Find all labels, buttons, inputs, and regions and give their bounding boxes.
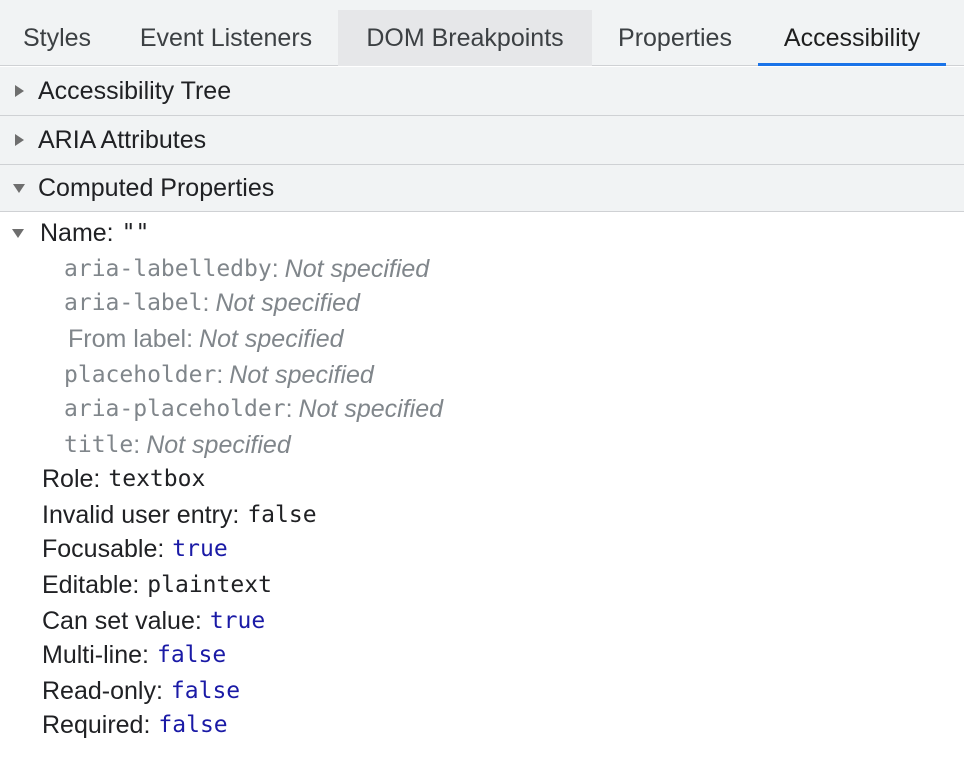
collapse-triangle-icon[interactable] [12, 226, 26, 240]
property-value: "" [121, 220, 150, 246]
source-separator: : [133, 430, 141, 459]
source-label: aria-placeholder [64, 396, 286, 422]
tab-dom-breakpoints[interactable]: DOM Breakpoints [338, 10, 592, 66]
name-source-row: aria-labelledby: Not specified [64, 252, 429, 286]
section-title: Accessibility Tree [38, 76, 232, 105]
property-label: Invalid user entry: [42, 500, 240, 529]
property-value: false [247, 502, 317, 528]
property-value: plaintext [147, 572, 272, 598]
name-source-row: aria-label: Not specified [64, 286, 360, 320]
computed-properties-section-header[interactable]: Computed Properties [0, 165, 964, 212]
name-property-row[interactable]: Name: "" [12, 216, 149, 250]
source-label: aria-label [64, 290, 203, 316]
source-value: Not specified [284, 254, 430, 283]
source-value: Not specified [229, 360, 374, 389]
devtools-sidebar-tabbar: Styles Event Listeners DOM Breakpoints P… [0, 0, 964, 66]
name-source-row: title: Not specified [64, 428, 291, 462]
collapse-triangle-icon [13, 181, 27, 195]
property-value: textbox [108, 466, 206, 492]
property-label: Can set value: [42, 606, 202, 635]
source-value: Not specified [215, 288, 360, 317]
property-row-required: Required: false [42, 708, 228, 742]
source-value: Not specified [199, 324, 344, 353]
property-label: Required: [42, 710, 151, 739]
property-label: Read-only: [42, 676, 163, 705]
property-value: true [172, 536, 228, 562]
source-label: From label [68, 324, 187, 353]
property-row-editable: Editable: plaintext [42, 568, 272, 602]
aria-attributes-section-header[interactable]: ARIA Attributes [0, 116, 964, 165]
source-label: placeholder [64, 362, 217, 388]
name-source-row: placeholder: Not specified [64, 358, 374, 392]
section-title: Computed Properties [38, 173, 275, 202]
name-source-row: From label: Not specified [68, 322, 344, 356]
property-row-read-only: Read-only: false [42, 674, 240, 708]
source-separator: : [285, 394, 293, 423]
computed-properties-list: Name: "" aria-labelledby: Not specified a… [0, 212, 964, 778]
accessibility-tree-section-header[interactable]: Accessibility Tree [0, 67, 964, 116]
property-row-invalid-user-entry: Invalid user entry: false [42, 498, 317, 532]
name-source-row: aria-placeholder: Not specified [64, 392, 443, 426]
property-label: Multi-line: [42, 640, 149, 669]
tab-properties[interactable]: Properties [596, 10, 754, 66]
section-title: ARIA Attributes [38, 125, 207, 154]
property-label: Role: [42, 464, 101, 493]
source-separator: : [202, 288, 210, 317]
expand-triangle-icon [13, 133, 27, 147]
source-separator: : [186, 324, 194, 353]
property-label: Focusable: [42, 534, 165, 563]
property-row-role: Role: textbox [42, 462, 205, 496]
property-value: false [158, 712, 228, 738]
property-value: false [156, 642, 227, 668]
source-label: title [64, 432, 134, 458]
property-label: Editable: [42, 570, 140, 599]
tab-styles[interactable]: Styles [8, 10, 106, 66]
property-value: true [209, 608, 266, 634]
property-row-multi-line: Multi-line: false [42, 638, 226, 672]
source-label: aria-labelledby [64, 256, 272, 282]
tab-accessibility[interactable]: Accessibility [758, 10, 946, 66]
expand-triangle-icon [13, 84, 27, 98]
property-value: false [170, 678, 241, 704]
source-separator: : [271, 254, 279, 283]
source-value: Not specified [146, 430, 291, 459]
property-label: Name: [40, 218, 114, 247]
tab-event-listeners[interactable]: Event Listeners [120, 10, 332, 66]
source-value: Not specified [298, 394, 444, 423]
property-row-can-set-value: Can set value: true [42, 604, 265, 638]
property-row-focusable: Focusable: true [42, 532, 228, 566]
source-separator: : [216, 360, 224, 389]
